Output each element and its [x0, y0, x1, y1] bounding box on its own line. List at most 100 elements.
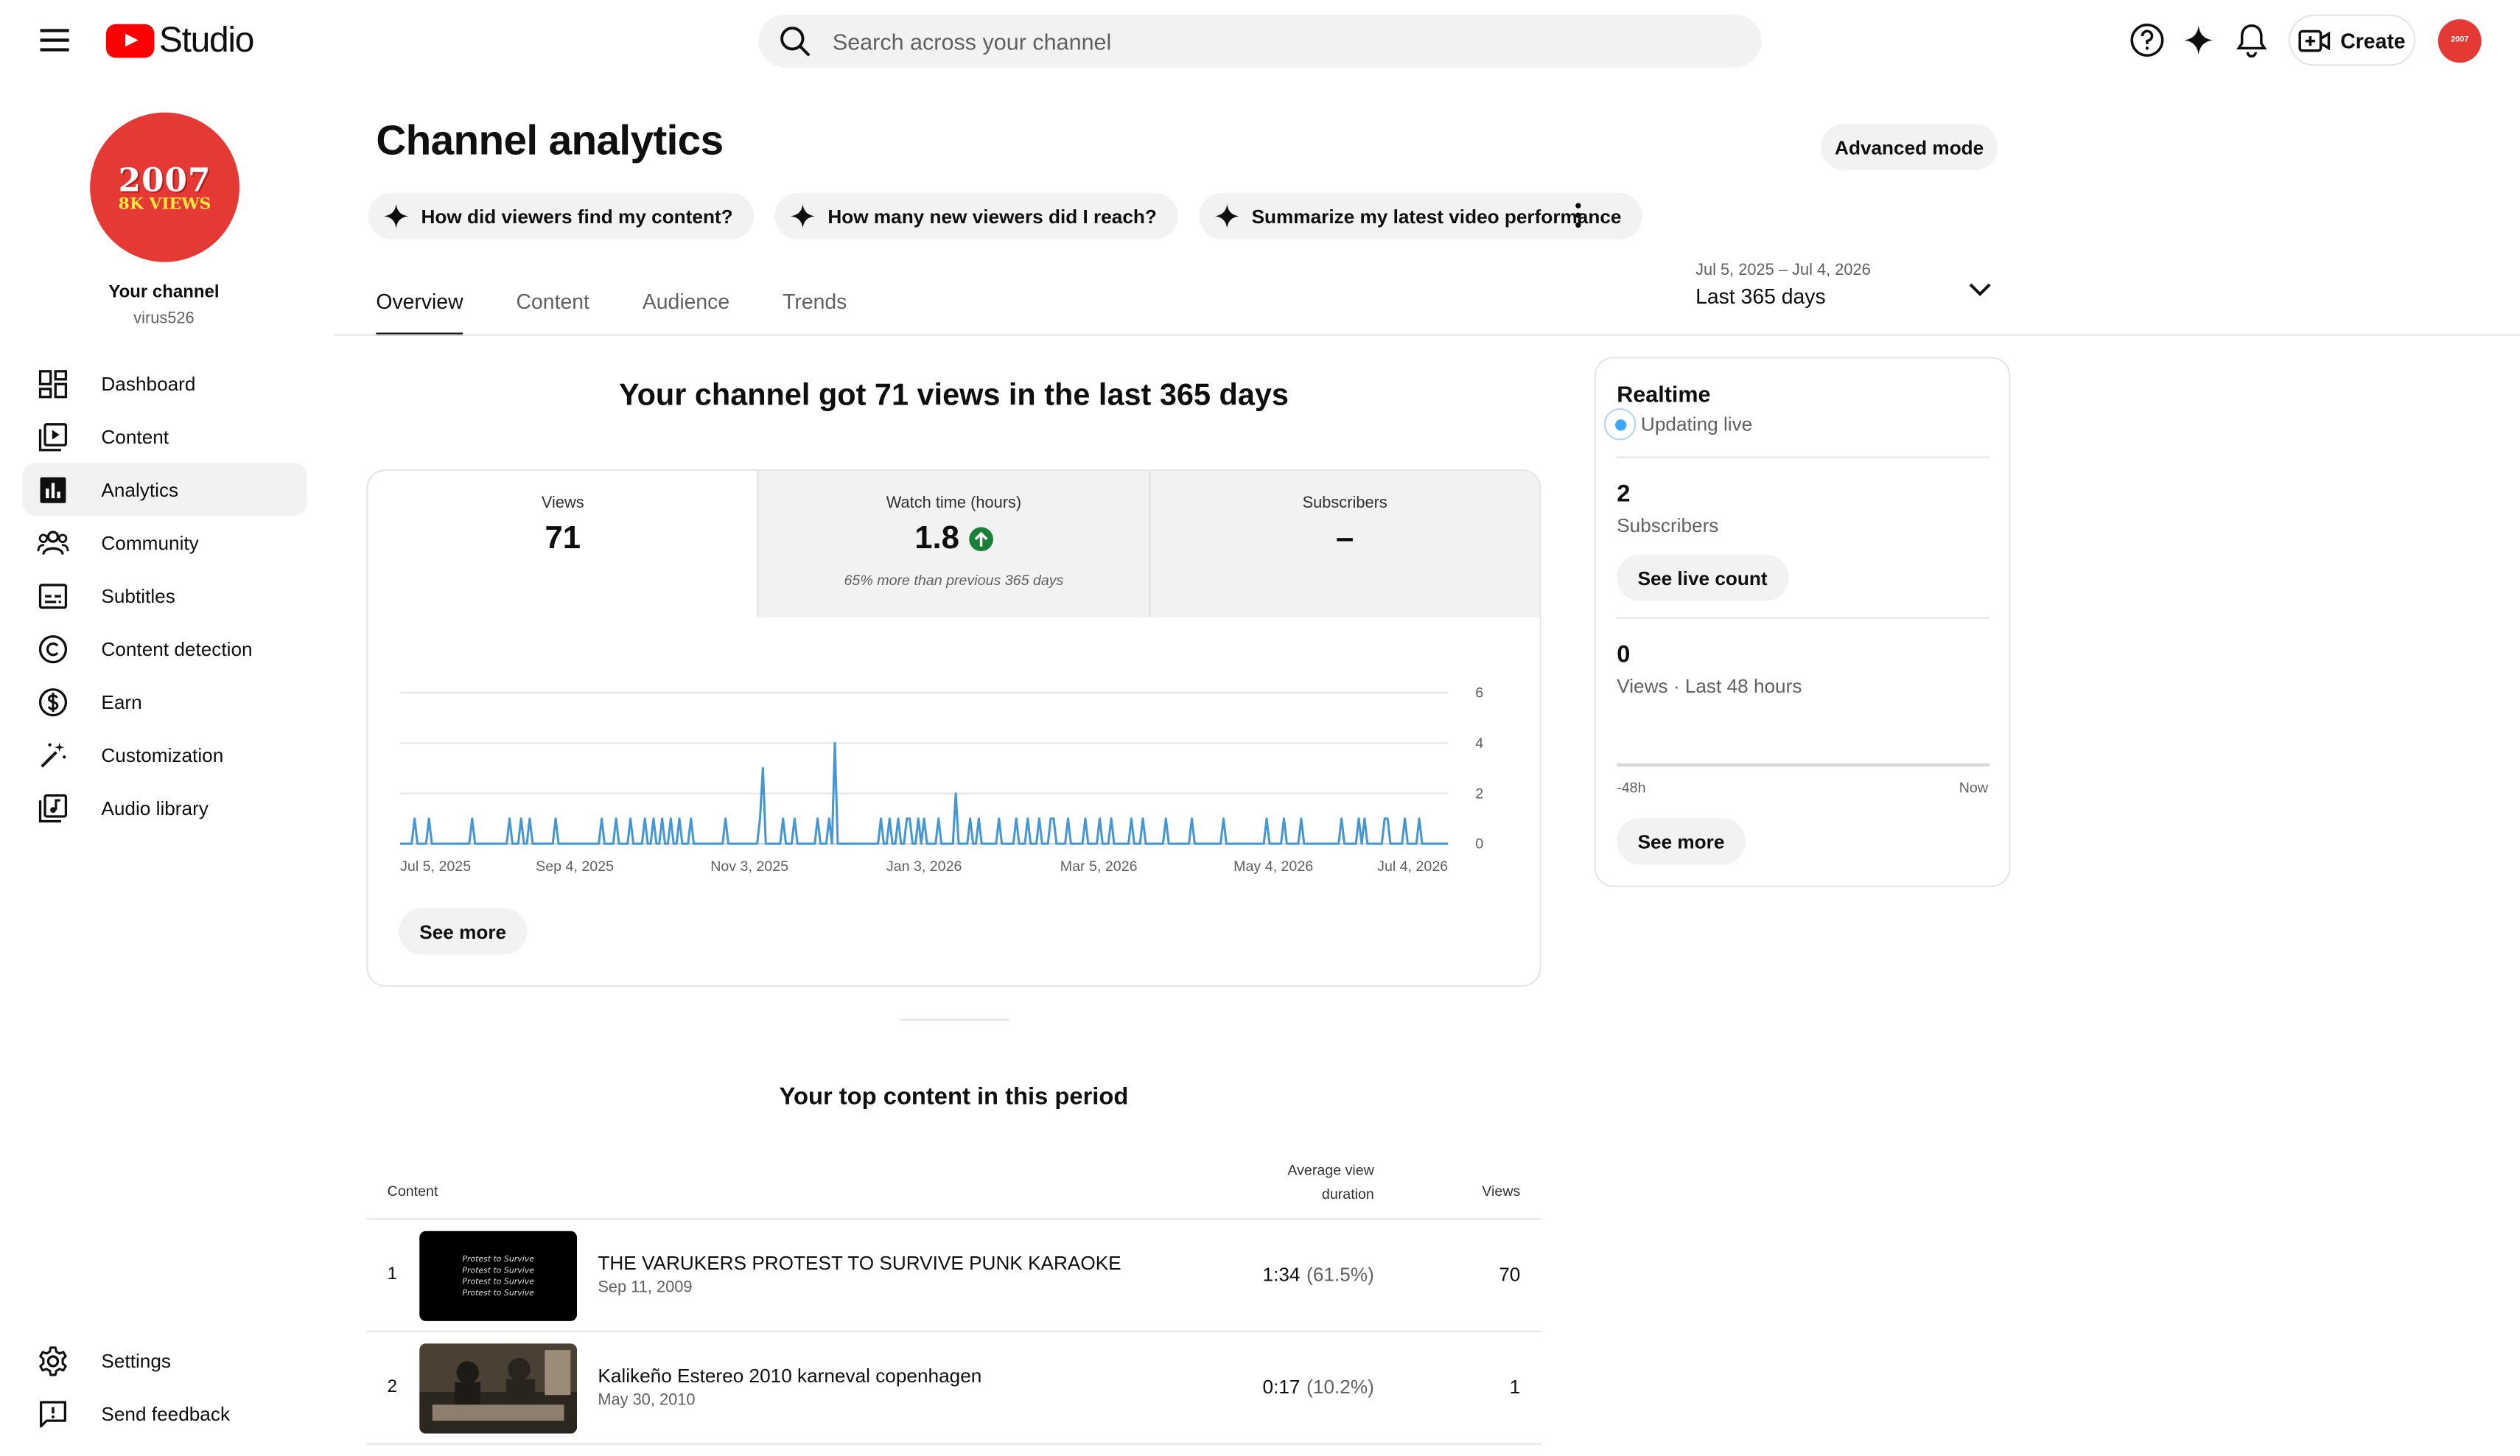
row-index: 1 — [387, 1264, 398, 1284]
search-icon[interactable] — [758, 25, 832, 57]
video-title[interactable]: Kalikeño Estereo 2010 karneval copenhage… — [598, 1365, 981, 1387]
channel-avatar[interactable]: 2007 8K VIEWS — [90, 112, 239, 262]
sidebar-item-analytics[interactable]: Analytics — [22, 463, 307, 517]
column-header-content: Content — [387, 1183, 438, 1200]
content-icon — [37, 420, 69, 452]
realtime-title: Realtime — [1617, 380, 1711, 407]
youtube-play-icon — [105, 23, 155, 57]
sidebar-item-earn[interactable]: Earn — [23, 675, 307, 728]
sparkle-icon — [384, 204, 409, 228]
sidebar-item-send-feedback[interactable]: Send feedback — [23, 1387, 307, 1440]
search-bar[interactable] — [758, 14, 1762, 68]
sidebar-item-audio-library[interactable]: Audio library — [23, 781, 307, 834]
sidebar-item-dashboard[interactable]: Dashboard — [23, 357, 307, 410]
table-row[interactable]: 2 Kalikeño Estereo 2010 karneval copenha… — [366, 1332, 1541, 1445]
dollar-icon — [37, 685, 69, 718]
magic-wand-icon — [37, 738, 69, 771]
tab-audience[interactable]: Audience — [643, 290, 729, 336]
subtitles-icon — [37, 579, 69, 612]
account-avatar[interactable]: 2007 — [2437, 19, 2482, 63]
create-video-icon — [2299, 29, 2331, 52]
chevron-down-icon[interactable] — [1964, 273, 1996, 306]
thumbnail-text: Protest to Survive — [462, 1265, 534, 1275]
video-views: 70 — [1499, 1263, 1521, 1286]
create-button[interactable]: Create — [2288, 14, 2416, 66]
sidebar-item-community[interactable]: Community — [23, 516, 307, 569]
sidebar-item-label: Subtitles — [101, 584, 175, 607]
realtime-chart-baseline — [1617, 763, 1990, 767]
tab-overview[interactable]: Overview — [376, 290, 463, 336]
video-title[interactable]: THE VARUKERS PROTEST TO SURVIVE PUNK KAR… — [598, 1252, 1121, 1275]
see-more-button[interactable]: See more — [398, 908, 528, 955]
bell-icon[interactable] — [2233, 21, 2271, 59]
x-tick-label: Mar 5, 2026 — [1060, 858, 1138, 875]
video-date: Sep 11, 2009 — [598, 1279, 693, 1298]
realtime-views-label: Views · Last 48 hours — [1617, 675, 1802, 698]
column-header-avd[interactable]: Average view duration — [1245, 1159, 1374, 1207]
see-live-count-button[interactable]: See live count — [1617, 554, 1788, 601]
realtime-views-value: 0 — [1617, 641, 1631, 669]
help-icon[interactable] — [2128, 21, 2166, 59]
date-range-picker[interactable]: Jul 5, 2025 – Jul 4, 2026 Last 365 days — [1695, 262, 1871, 309]
sidebar-item-customization[interactable]: Customization — [23, 728, 307, 781]
thumbnail-text: Protest to Survive — [462, 1276, 534, 1287]
ai-suggestion-chips: How did viewers find my content? How man… — [368, 192, 1642, 239]
sparkle-icon[interactable] — [2180, 21, 2218, 59]
feedback-icon — [37, 1397, 69, 1429]
menu-icon[interactable] — [32, 19, 77, 61]
video-thumbnail[interactable]: Protest to Survive Protest to Survive Pr… — [419, 1231, 578, 1321]
sidebar-item-settings[interactable]: Settings — [23, 1334, 307, 1387]
suggestion-chip[interactable]: How did viewers find my content? — [368, 192, 755, 239]
search-input[interactable] — [832, 28, 1701, 55]
tab-content[interactable]: Content — [517, 290, 589, 336]
realtime-status: Updating live — [1603, 408, 1752, 441]
copyright-icon — [37, 632, 69, 665]
create-label: Create — [2340, 28, 2406, 52]
sidebar-item-label: Analytics — [101, 477, 179, 501]
date-range-label: Last 365 days — [1695, 284, 1826, 309]
section-divider — [900, 1018, 1009, 1021]
more-options-icon[interactable] — [1562, 199, 1595, 231]
divider — [1617, 617, 1990, 619]
realtime-axis-left: -48h — [1617, 779, 1646, 796]
column-header-views[interactable]: Views — [1482, 1183, 1520, 1199]
metric-subscribers[interactable]: Subscribers – — [1148, 471, 1540, 617]
avd-percent: (10.2%) — [1306, 1376, 1374, 1399]
metric-views[interactable]: Views 71 — [368, 471, 757, 617]
analytics-icon — [37, 473, 69, 505]
divider — [1617, 456, 1990, 458]
sidebar-item-label: Send feedback — [101, 1402, 231, 1425]
metric-label: Subscribers — [1302, 494, 1387, 513]
x-tick-label: Jul 5, 2025 — [400, 858, 471, 875]
studio-logo[interactable]: Studio — [105, 19, 254, 61]
dashboard-icon — [37, 367, 69, 399]
live-dot — [1614, 419, 1626, 430]
row-index: 2 — [387, 1377, 398, 1397]
sidebar-item-subtitles[interactable]: Subtitles — [23, 569, 307, 622]
metric-label: Watch time (hours) — [886, 494, 1022, 513]
advanced-mode-button[interactable]: Advanced mode — [1821, 123, 1998, 171]
metric-value: 71 — [545, 520, 581, 556]
overview-headline: Your channel got 71 views in the last 36… — [619, 379, 1289, 413]
tab-trends[interactable]: Trends — [783, 290, 847, 336]
table-row[interactable]: 1 Protest to Survive Protest to Survive … — [366, 1219, 1541, 1333]
suggestion-chip[interactable]: How many new viewers did I reach? — [774, 192, 1178, 239]
y-tick-label: 4 — [1475, 735, 1483, 752]
sidebar-item-label: Community — [101, 531, 199, 554]
sidebar-item-content[interactable]: Content — [23, 410, 307, 463]
sidebar-item-label: Earn — [101, 690, 142, 713]
suggestion-chip-label: How many new viewers did I reach? — [827, 205, 1157, 228]
avg-view-duration: 1:34 (61.5%) — [1263, 1263, 1374, 1286]
metric-tabs: Views 71 Watch time (hours) 1.8 65% more… — [368, 471, 1540, 617]
realtime-subscribers-label: Subscribers — [1617, 514, 1719, 537]
date-range-dates: Jul 5, 2025 – Jul 4, 2026 — [1695, 262, 1871, 280]
sidebar-item-label: Customization — [101, 743, 224, 766]
video-thumbnail[interactable] — [419, 1343, 578, 1434]
metric-value-row: 1.8 — [759, 521, 1149, 558]
x-tick-label: Jan 3, 2026 — [886, 858, 962, 875]
metric-watch-time[interactable]: Watch time (hours) 1.8 65% more than pre… — [757, 471, 1149, 617]
overview-card: Views 71 Watch time (hours) 1.8 65% more… — [366, 469, 1541, 987]
realtime-axis-right: Now — [1959, 779, 1989, 796]
realtime-see-more-button[interactable]: See more — [1617, 818, 1746, 865]
sidebar-item-content-detection[interactable]: Content detection — [23, 622, 307, 675]
